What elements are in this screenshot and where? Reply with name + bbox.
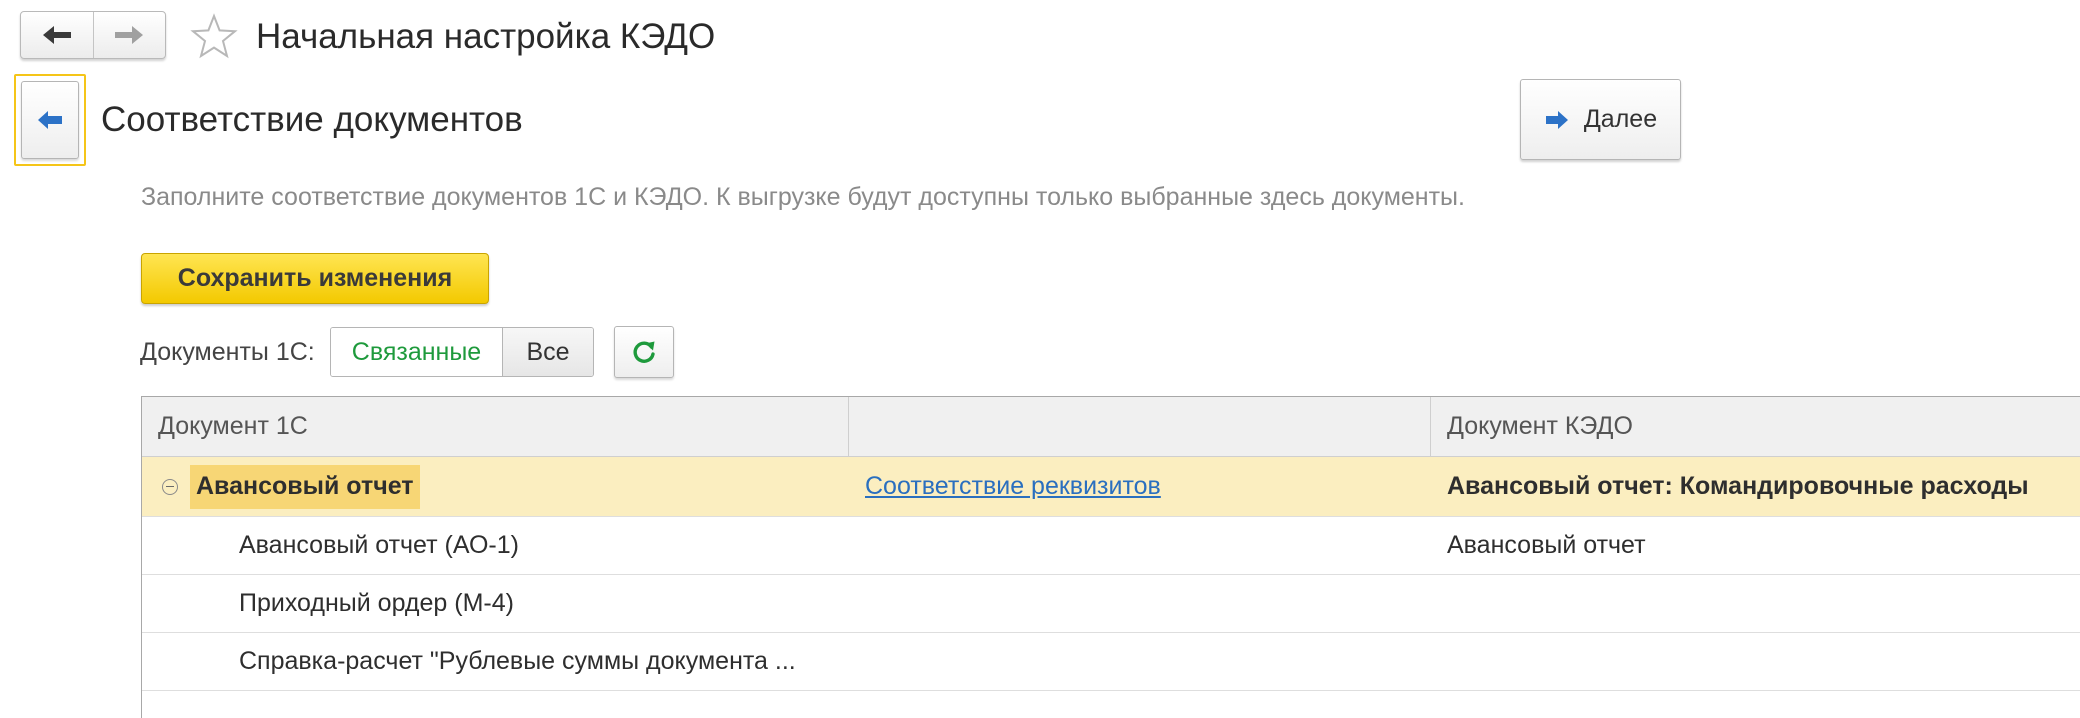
filter-option-all[interactable]: Все xyxy=(502,328,593,376)
row-kedo-cell xyxy=(1431,633,2079,690)
refresh-icon xyxy=(633,341,655,363)
column-header-doc-kedo[interactable]: Документ КЭДО xyxy=(1431,397,2079,456)
collapse-icon[interactable] xyxy=(162,478,178,495)
star-icon xyxy=(190,13,238,59)
favorite-star-button[interactable] xyxy=(190,13,238,61)
column-header-doc-1c[interactable]: Документ 1С xyxy=(142,397,849,456)
back-step-button[interactable] xyxy=(21,81,79,159)
table-header: Документ 1С Документ КЭДО xyxy=(142,397,2080,457)
documents-table: Документ 1С Документ КЭДО Авансовый отче… xyxy=(141,396,2080,718)
table-group-row[interactable]: Авансовый отчет Соответствие реквизитов … xyxy=(142,457,2080,517)
group-name: Авансовый отчет xyxy=(190,464,420,509)
group-kedo-cell: Авансовый отчет: Командировочные расходы xyxy=(1447,472,2029,500)
field-mapping-link[interactable]: Соответствие реквизитов xyxy=(865,472,1161,501)
history-nav xyxy=(20,11,166,59)
table-row[interactable]: Справка-расчет "Рублевые суммы документа… xyxy=(142,633,2080,691)
refresh-button[interactable] xyxy=(614,326,674,378)
documents-filter-toggle: Связанные Все xyxy=(330,327,594,377)
table-row[interactable]: Приходный ордер (М-4) xyxy=(142,575,2080,633)
arrow-right-icon xyxy=(115,26,144,44)
row-kedo-cell xyxy=(1431,575,2079,632)
save-changes-button[interactable]: Сохранить изменения xyxy=(141,253,489,304)
row-kedo-cell: Авансовый отчет xyxy=(1447,531,1646,559)
row-doc-cell: Приходный ордер (М-4) xyxy=(239,589,514,617)
next-button-label: Далее xyxy=(1583,105,1658,133)
row-action-cell xyxy=(849,633,1431,690)
arrow-right-icon xyxy=(1545,110,1568,129)
filter-option-linked[interactable]: Связанные xyxy=(331,328,502,376)
arrow-left-icon xyxy=(42,26,71,44)
back-history-button[interactable] xyxy=(21,12,93,58)
row-doc-cell: Авансовый отчет (АО-1) xyxy=(239,531,519,559)
next-button[interactable]: Далее xyxy=(1520,79,1681,160)
group-link-cell: Соответствие реквизитов xyxy=(849,457,1431,516)
page-subtitle: Соответствие документов xyxy=(101,100,523,139)
row-action-cell xyxy=(849,517,1431,574)
table-row[interactable]: Авансовый отчет (АО-1) Авансовый отчет xyxy=(142,517,2080,575)
row-doc-cell: Справка-расчет "Рублевые суммы документа… xyxy=(239,647,796,675)
window-title: Начальная настройка КЭДО xyxy=(256,17,716,56)
group-doc-cell: Авансовый отчет xyxy=(142,457,849,516)
column-header-actions[interactable] xyxy=(849,397,1431,456)
instruction-text: Заполните соответствие документов 1С и К… xyxy=(141,183,1465,211)
row-action-cell xyxy=(849,575,1431,632)
filter-label: Документы 1С: xyxy=(140,338,315,366)
arrow-left-icon xyxy=(38,111,62,129)
forward-history-button[interactable] xyxy=(92,12,166,58)
